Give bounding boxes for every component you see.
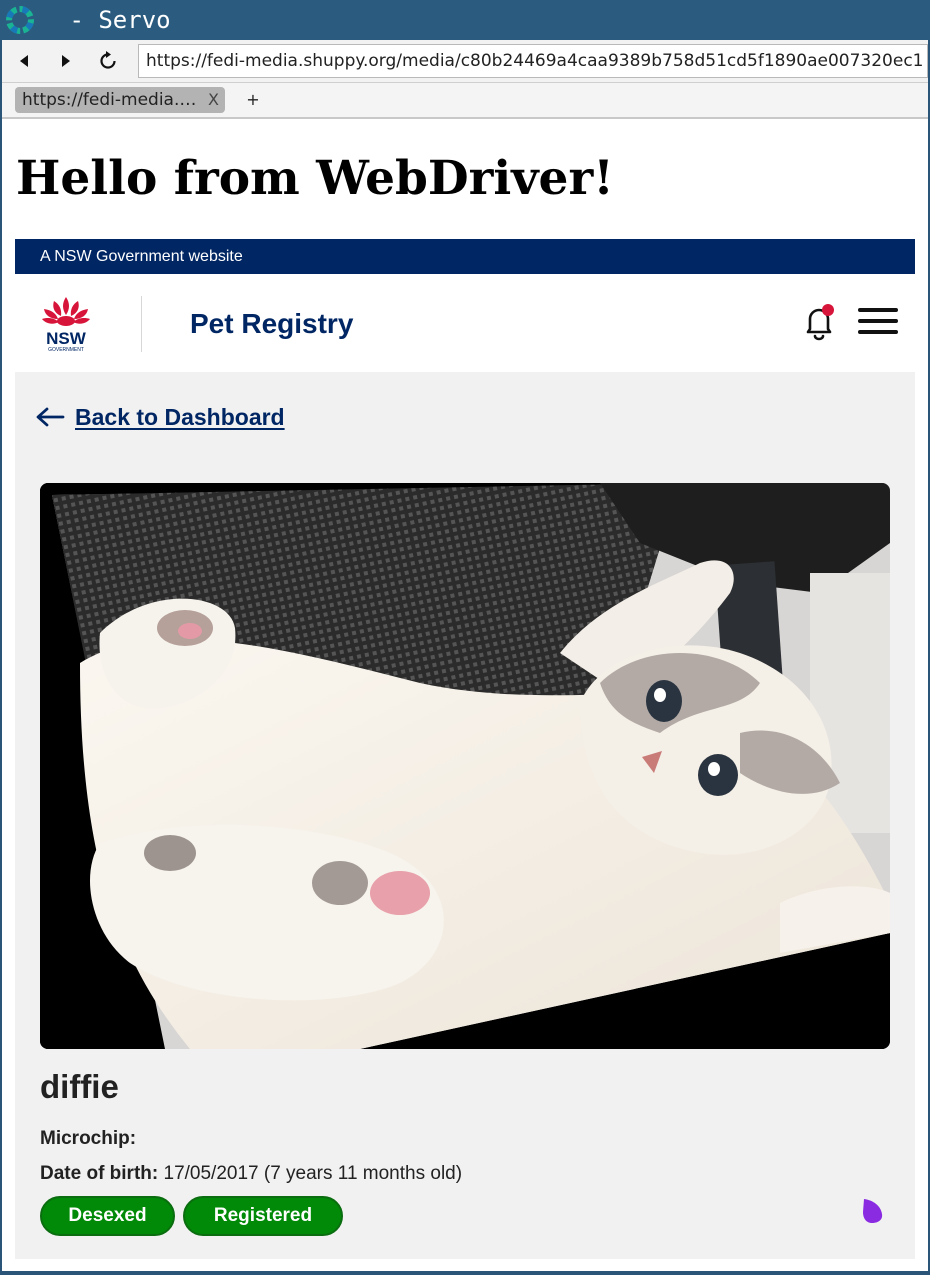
logo-text: NSW (46, 329, 87, 348)
back-link-text: Back to Dashboard (75, 403, 285, 430)
pet-name: diffie (40, 1068, 119, 1105)
left-arrow-icon (36, 407, 65, 427)
reload-icon (100, 51, 116, 69)
desexed-badge: Desexed (40, 1196, 175, 1236)
tab-close-button[interactable]: X (208, 87, 219, 113)
url-bar[interactable]: https://fedi-media.shuppy.org/media/c80b… (138, 44, 928, 78)
url-text: https://fedi-media.shuppy.org/media/c80b… (146, 51, 924, 71)
bell-icon[interactable] (800, 300, 840, 344)
window-title: - Servo (55, 6, 171, 34)
site-name[interactable]: Pet Registry (190, 304, 353, 344)
window-titlebar: - Servo (0, 0, 930, 40)
tab-bar: https://fedi-media.… X + (2, 83, 928, 119)
registered-badge: Registered (183, 1196, 343, 1236)
back-to-dashboard-link[interactable]: Back to Dashboard (35, 397, 285, 437)
forward-button[interactable] (48, 40, 84, 82)
header-divider (141, 296, 142, 352)
government-masthead: A NSW Government website (15, 239, 915, 274)
microchip-label: Microchip: (40, 1128, 137, 1149)
tab-label: https://fedi-media.… (22, 90, 197, 110)
page-heading: Hello from WebDriver! (16, 151, 614, 206)
embedded-screenshot: A NSW Government website NSW GOVERNMENT (15, 239, 915, 1259)
microchip-row: Microchip: (40, 1125, 136, 1153)
page-content: Hello from WebDriver! A NSW Government w… (2, 119, 928, 1271)
tab-active[interactable]: https://fedi-media.… X (15, 87, 225, 113)
reload-button[interactable] (90, 40, 126, 82)
purple-blob-icon (863, 1199, 883, 1223)
cat-photo-illustration (40, 483, 890, 1049)
masthead-text: A NSW Government website (40, 248, 243, 265)
nsw-government-logo[interactable]: NSW GOVERNMENT (39, 295, 93, 353)
forward-arrow-icon (62, 55, 70, 67)
logo-subtext: GOVERNMENT (48, 347, 84, 353)
date-of-birth-row: Date of birth: 17/05/2017 (7 years 11 mo… (40, 1160, 462, 1188)
pet-photo (40, 483, 890, 1049)
dob-value: 17/05/2017 (7 years 11 months old) (163, 1163, 463, 1184)
dob-label: Date of birth: (40, 1163, 159, 1184)
back-arrow-icon (20, 55, 28, 67)
servo-logo-icon (6, 6, 34, 34)
hamburger-menu-icon[interactable] (856, 303, 900, 339)
back-button[interactable] (6, 40, 42, 82)
site-header: NSW GOVERNMENT Pet Registry (15, 274, 915, 372)
navigation-bar: https://fedi-media.shuppy.org/media/c80b… (2, 40, 928, 83)
new-tab-button[interactable]: + (242, 87, 264, 113)
